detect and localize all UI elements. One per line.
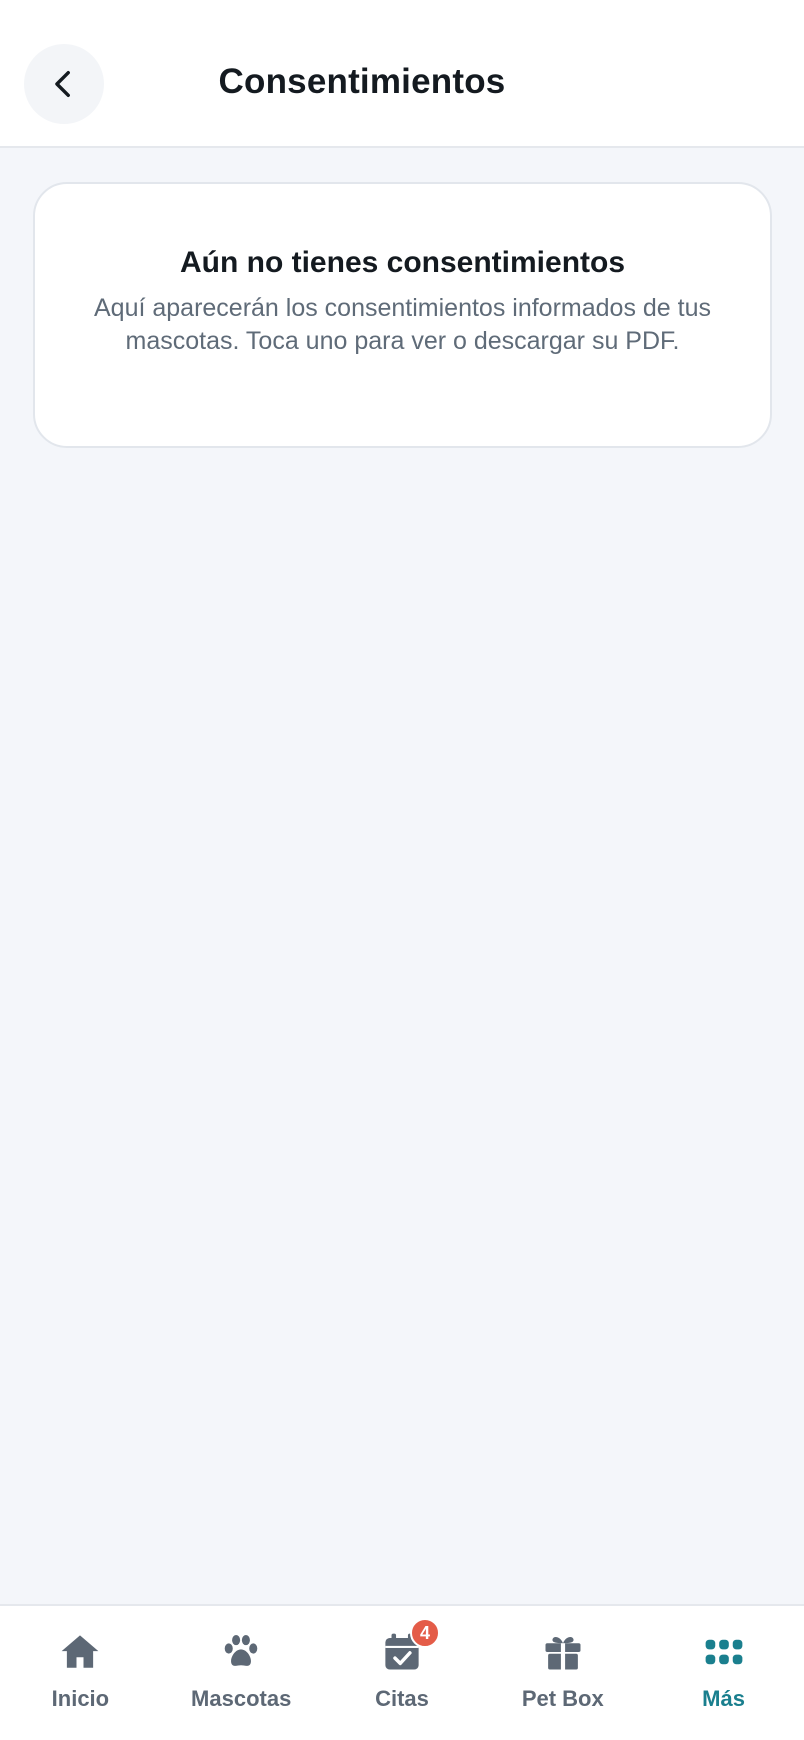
calendar-check-icon: 4	[380, 1618, 440, 1674]
appointments-count-badge: 4	[409, 1618, 440, 1648]
home-icon	[58, 1630, 102, 1674]
bottom-navigation: Inicio Mascotas 4 Citas Pet Box Más	[0, 1604, 804, 1740]
nav-label: Pet Box	[521, 1686, 604, 1711]
nav-item-pet-box[interactable]: Pet Box	[485, 1630, 641, 1712]
nav-label: Más	[702, 1686, 745, 1711]
nav-label: Citas	[375, 1686, 429, 1711]
grid-dots-icon	[702, 1630, 746, 1674]
nav-item-mas[interactable]: Más	[646, 1630, 802, 1712]
page-title: Consentimientos	[218, 62, 506, 101]
empty-state-description: Aquí aparecerán los consentimientos info…	[93, 294, 712, 355]
nav-item-citas[interactable]: 4 Citas	[324, 1618, 480, 1712]
app-screen: Consentimientos Aún no tienes consentimi…	[0, 0, 804, 1740]
empty-state-title: Aún no tienes consentimientos	[179, 246, 626, 279]
empty-state-card: Aún no tienes consentimientos Aquí apare…	[33, 182, 772, 448]
paw-icon	[219, 1630, 263, 1674]
nav-item-mascotas[interactable]: Mascotas	[163, 1630, 319, 1712]
top-bar: Consentimientos	[0, 0, 804, 148]
nav-label: Inicio	[51, 1686, 110, 1711]
gift-icon	[541, 1630, 585, 1674]
nav-label: Mascotas	[191, 1686, 292, 1711]
nav-item-inicio[interactable]: Inicio	[2, 1630, 158, 1712]
